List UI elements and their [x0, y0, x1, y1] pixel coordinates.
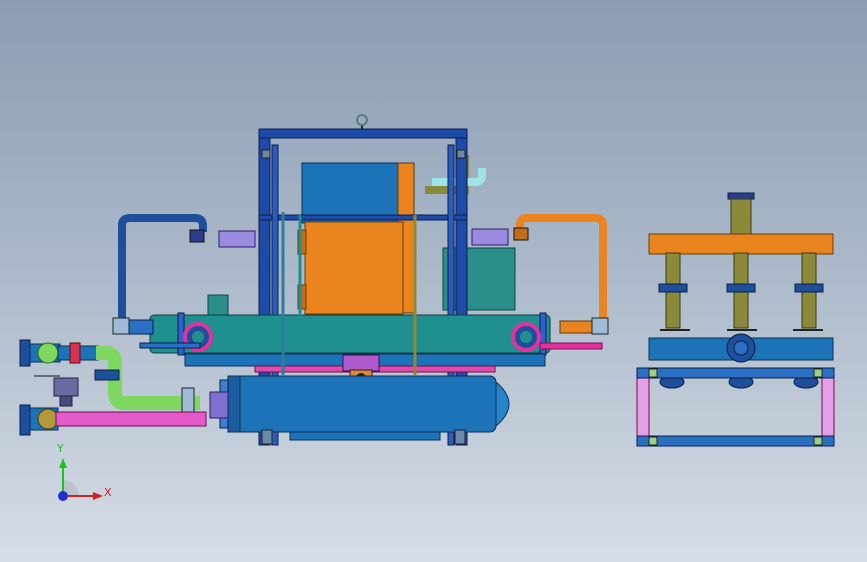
cad-viewport[interactable]: Y X	[0, 0, 867, 562]
y-axis-label: Y	[57, 442, 64, 455]
right-pipe-valve	[513, 227, 529, 241]
right-magenta-pipe	[539, 342, 603, 350]
y-axis-arrow-icon	[59, 458, 67, 468]
right-sensor-box	[471, 228, 509, 246]
right-inlet-flange	[591, 317, 609, 335]
left-inlet-flange	[112, 317, 130, 335]
coordinate-triad[interactable]: Y X	[48, 440, 118, 510]
z-axis-dot	[58, 491, 68, 501]
side-orange-header	[648, 233, 834, 255]
left-sensor-box	[218, 230, 256, 248]
x-axis-arrow-icon	[93, 492, 103, 500]
compressor-housing	[297, 221, 404, 315]
side-top-flange	[727, 192, 755, 200]
cad-model-drawing[interactable]	[0, 0, 867, 562]
auxiliary-box-left	[207, 294, 229, 318]
upper-shell	[149, 312, 551, 356]
right-return-pipe	[516, 214, 607, 320]
base-skid	[289, 431, 441, 441]
side-vertical-legs	[658, 252, 824, 329]
side-top-pipe	[730, 198, 752, 236]
front-view-assembly[interactable]	[19, 114, 609, 446]
x-axis-label: X	[104, 486, 112, 499]
left-pipe-valve	[189, 229, 205, 243]
lower-shell	[209, 375, 510, 433]
side-view-assembly[interactable]	[636, 192, 835, 447]
left-mid-pipe	[139, 342, 201, 349]
